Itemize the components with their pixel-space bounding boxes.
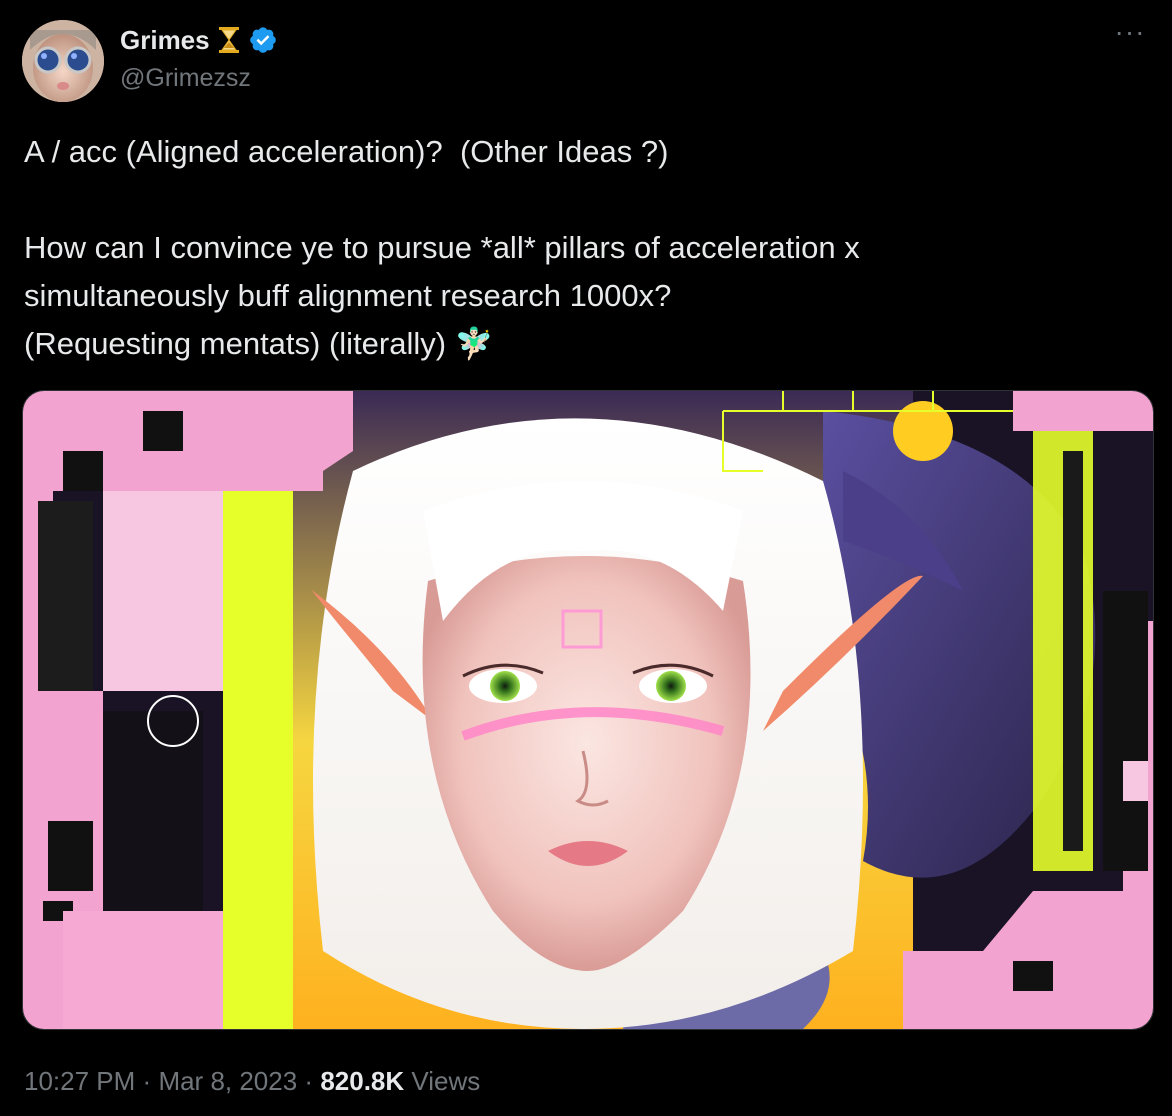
author-name[interactable]: Grimes <box>120 24 210 56</box>
author-handle[interactable]: @Grimezsz <box>120 62 251 94</box>
tweet-line-1: A / acc (Aligned acceleration)? (Other I… <box>24 134 669 169</box>
views-count[interactable]: 820.8K <box>320 1066 404 1096</box>
elf-artwork-image <box>23 391 1153 1029</box>
avatar-image <box>22 20 104 102</box>
views-label: Views <box>411 1066 481 1096</box>
tweet-line-2: How can I convince ye to pursue *all* pi… <box>24 230 860 265</box>
tweet-media[interactable] <box>22 390 1154 1030</box>
meta-separator: · <box>142 1066 152 1096</box>
hourglass-icon <box>218 27 239 53</box>
tweet-text: A / acc (Aligned acceleration)? (Other I… <box>24 128 1144 368</box>
more-options-button[interactable]: ··· <box>1110 18 1150 54</box>
meta-separator: · <box>304 1066 314 1096</box>
tweet-time[interactable]: 10:27 PM <box>24 1066 135 1096</box>
tweet-line-3: simultaneously buff alignment research 1… <box>24 278 672 313</box>
author-name-row[interactable]: Grimes <box>120 24 278 56</box>
tweet: Grimes @Grimezsz ··· A / acc (Aligned ac… <box>0 0 1172 1116</box>
tweet-line-4: (Requesting mentats) (literally) <box>24 326 447 361</box>
tweet-meta: 10:27 PM · Mar 8, 2023 · 820.8K Views <box>24 1064 480 1098</box>
verified-badge-icon[interactable] <box>248 25 278 55</box>
tweet-date[interactable]: Mar 8, 2023 <box>158 1066 297 1096</box>
avatar[interactable] <box>22 20 104 102</box>
fairy-emoji: 🧚🏻‍♂️ <box>454 326 494 361</box>
